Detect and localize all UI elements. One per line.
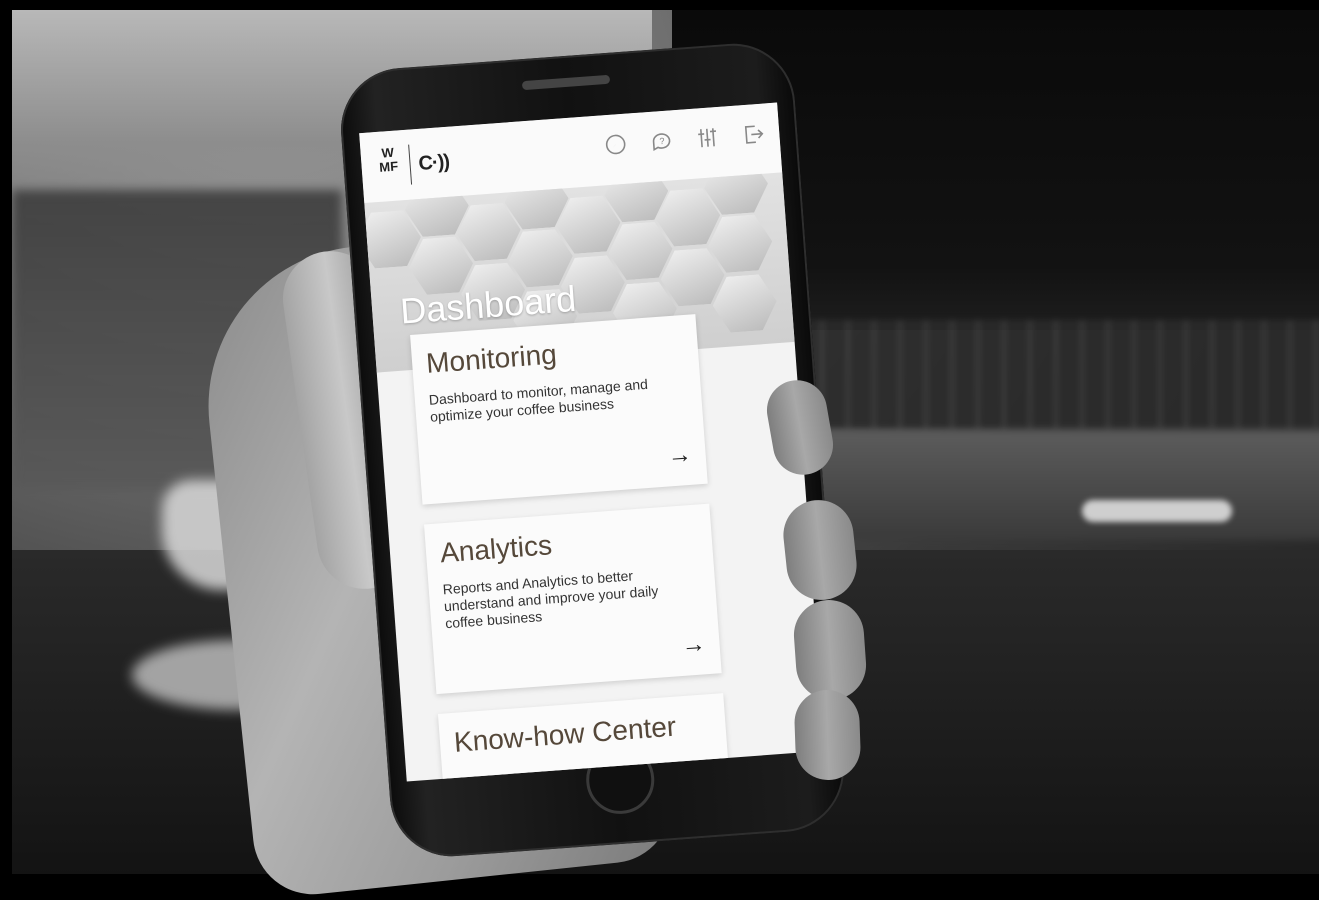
svg-text:?: ? [659, 136, 665, 146]
know-how-center-card[interactable]: Know-how Center [438, 693, 731, 781]
wmf-logo-text: W MF [379, 145, 399, 175]
phone-body: W MF C·)) ? [337, 39, 849, 860]
monitoring-card[interactable]: Monitoring Dashboard to monitor, manage … [410, 314, 708, 504]
chat-icon[interactable]: ? [649, 128, 675, 159]
card-title: Monitoring [425, 338, 558, 379]
laptop-trackpad-edge [1082, 500, 1232, 522]
compass-icon[interactable] [603, 132, 629, 163]
arrow-right-icon[interactable]: → [667, 441, 693, 471]
card-description: Dashboard to monitor, manage and optimiz… [428, 374, 680, 426]
analytics-card[interactable]: Analytics Reports and Analytics to bette… [424, 504, 722, 694]
logout-icon[interactable] [740, 122, 766, 153]
card-description: Reports and Analytics to better understa… [442, 563, 695, 632]
settings-sliders-icon[interactable] [695, 125, 721, 156]
finger [792, 598, 869, 703]
header-actions: ? [603, 122, 767, 163]
logo-divider [408, 145, 412, 185]
arrow-right-icon[interactable]: → [681, 630, 707, 660]
card-title: Know-how Center [453, 711, 677, 759]
card-title: Analytics [439, 529, 553, 569]
finger [793, 689, 861, 781]
smartphone: W MF C·)) ? [337, 39, 849, 860]
laptop-keyboard [772, 320, 1319, 430]
wmf-logo[interactable]: W MF [374, 145, 403, 187]
phone-screen: W MF C·)) ? [359, 103, 824, 782]
phone-speaker [521, 75, 609, 90]
connect-logo: C·)) [418, 150, 450, 175]
